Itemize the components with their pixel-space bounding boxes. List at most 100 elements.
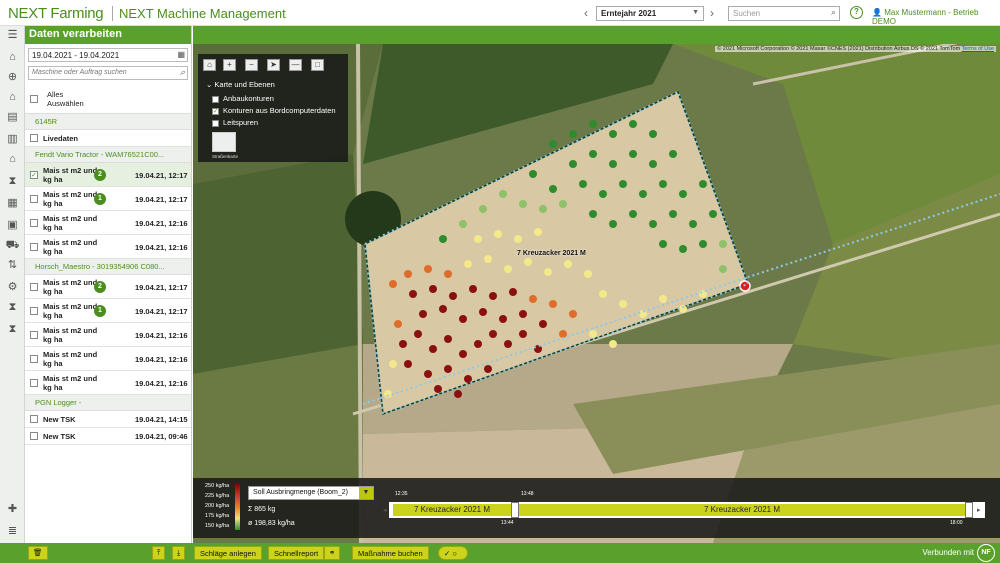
row-checkbox[interactable]: ✓ <box>30 171 38 179</box>
list-item[interactable]: Livedaten <box>25 130 191 147</box>
warehouse-icon[interactable]: ⌂ <box>5 152 20 167</box>
document-icon[interactable]: ▤ <box>5 110 20 125</box>
timeline-bar[interactable]: ◂ 7 Kreuzacker 2021 M 7 Kreuzacker 2021 … <box>383 502 985 518</box>
row-label: Mais st m2 und kg ha <box>43 278 98 296</box>
timeline-handle[interactable] <box>511 502 519 518</box>
layer-item[interactable]: Leitspuren <box>212 118 258 127</box>
quick-report-button[interactable]: Schnellreport <box>268 546 325 560</box>
transfer-icon[interactable]: ⇅ <box>5 258 20 273</box>
list-item[interactable]: Mais st m2 und kg ha 19.04.21, 12:16 <box>25 211 191 235</box>
settings-cog-icon[interactable]: ⚙ <box>5 280 20 295</box>
list-item[interactable]: Mais st m2 und kg ha 1 19.04.21, 12:17 <box>25 299 191 323</box>
add-icon[interactable]: ⊕ <box>5 70 20 85</box>
hourglass-icon[interactable]: ⧗ <box>5 322 20 337</box>
layer-checkbox[interactable] <box>212 95 219 103</box>
row-checkbox[interactable] <box>30 307 38 315</box>
row-date: 19.04.21, 12:16 <box>135 379 188 388</box>
download-icon[interactable]: ⤓ <box>172 546 186 560</box>
list-icon[interactable]: ≣ <box>5 524 20 539</box>
timeline-segment[interactable]: 7 Kreuzacker 2021 M <box>393 504 511 516</box>
zoom-out-icon[interactable]: − <box>245 59 258 71</box>
layer-checkbox[interactable] <box>212 119 219 127</box>
book-measure-button[interactable]: Maßnahme buchen <box>352 546 429 560</box>
upload-icon[interactable]: ⤒ <box>152 546 166 560</box>
list-item[interactable]: Mais st m2 und kg ha 19.04.21, 12:16 <box>25 347 191 371</box>
list-item[interactable]: Mais st m2 und kg ha 2 19.04.21, 12:17 <box>25 275 191 299</box>
row-checkbox[interactable] <box>30 219 38 227</box>
row-checkbox[interactable] <box>30 355 38 363</box>
row-checkbox[interactable] <box>30 331 38 339</box>
row-date: 19.04.21, 12:16 <box>135 219 188 228</box>
count-badge: 1 <box>94 305 106 317</box>
list-item[interactable]: ✓ Mais st m2 und kg ha 2 19.04.21, 12:17 <box>25 163 191 187</box>
user-name: Max Mustermann - Betrieb DEMO <box>872 8 979 26</box>
calendar-icon[interactable]: ▣ <box>5 218 20 233</box>
puzzle-icon[interactable]: ✚ <box>5 502 20 517</box>
help-icon[interactable]: ? <box>850 6 863 19</box>
toggle-switch[interactable]: ✓ ○ <box>438 546 468 560</box>
row-checkbox[interactable] <box>30 432 38 440</box>
timeline-left-arrow-icon[interactable]: ◂ <box>383 506 387 514</box>
chart-icon[interactable]: ▥ <box>5 132 20 147</box>
row-checkbox[interactable] <box>30 195 38 203</box>
layer-checkbox[interactable]: ✓ <box>212 107 219 115</box>
prev-year-icon[interactable]: ‹ <box>584 6 588 20</box>
list-item[interactable]: New TSK 19.04.21, 14:15 <box>25 411 191 428</box>
row-label: Mais st m2 und kg ha <box>43 166 98 184</box>
layer-item[interactable]: ✓ Konturen aus Bordcomputerdaten <box>212 106 336 115</box>
terms-link[interactable]: Terms of Use <box>962 46 994 52</box>
machine-search-input[interactable]: Maschine oder Auftrag suchen ⌕ <box>28 66 188 80</box>
timeline-handle[interactable] <box>965 502 973 518</box>
zoom-in-icon[interactable]: + <box>223 59 236 71</box>
delete-icon[interactable]: 🗑 <box>28 546 48 560</box>
row-checkbox[interactable] <box>30 243 38 251</box>
row-checkbox[interactable] <box>30 415 38 423</box>
store-icon[interactable]: ▦ <box>5 196 20 211</box>
hourglass-icon[interactable]: ⧗ <box>5 174 20 189</box>
layers-title-text: Karte und Ebenen <box>214 80 275 89</box>
measure-area-icon[interactable]: □ <box>311 59 324 71</box>
calendar-icon[interactable]: ▦ <box>177 50 185 59</box>
row-label: Mais st m2 und kg ha <box>43 190 98 208</box>
hourglass-icon[interactable]: ⧗ <box>5 300 20 315</box>
hamburger-menu-icon[interactable]: ☰ <box>5 28 20 43</box>
chevron-down-icon: ▼ <box>359 487 373 499</box>
select-all-row[interactable]: Alles Auswählen <box>25 84 191 114</box>
legend-label: 250 kg/ha <box>205 483 230 489</box>
user-menu[interactable]: 👤 Max Mustermann - Betrieb DEMO <box>872 8 1000 26</box>
measure-line-icon[interactable]: — <box>289 59 302 71</box>
map-view[interactable]: © 2021 Microsoft Corporation © 2021 Maxa… <box>193 44 1000 543</box>
timeline-right-arrow-icon[interactable]: ▸ <box>977 506 981 514</box>
next-year-icon[interactable]: › <box>710 6 714 20</box>
home-icon[interactable]: ⌂ <box>5 50 20 65</box>
brand-logo[interactable]: NEXT Farming <box>8 5 104 22</box>
layer-dropdown[interactable]: Soll Ausbringmenge (Boom_2) ▼ <box>248 486 374 500</box>
home-icon[interactable]: ⌂ <box>203 59 216 71</box>
basemap-thumbnail[interactable] <box>212 132 236 152</box>
app-title: NEXT Machine Management <box>112 6 286 21</box>
row-checkbox[interactable] <box>30 134 38 142</box>
task-list: Alles Auswählen 6145R Livedaten Fendt Va… <box>25 84 191 445</box>
list-item[interactable]: New TSK 19.04.21, 09:46 <box>25 428 191 445</box>
select-all-checkbox[interactable] <box>30 95 38 103</box>
create-fields-button[interactable]: Schläge anlegen <box>194 546 262 560</box>
layer-item[interactable]: Anbaukonturen <box>212 94 274 103</box>
search-icon: ⌕ <box>830 7 836 17</box>
list-item[interactable]: Mais st m2 und kg ha 19.04.21, 12:16 <box>25 371 191 395</box>
date-range-input[interactable]: 19.04.2021 - 19.04.2021 ▦ <box>28 48 188 62</box>
barn-icon[interactable]: ⌂ <box>5 90 20 105</box>
list-item[interactable]: Mais st m2 und kg ha 19.04.21, 12:16 <box>25 323 191 347</box>
row-checkbox[interactable] <box>30 283 38 291</box>
year-select[interactable]: Erntejahr 2021 ▼ <box>596 6 704 21</box>
row-label: New TSK <box>43 415 76 424</box>
layers-title[interactable]: ⌄ Karte und Ebenen <box>206 80 275 89</box>
list-item[interactable]: Mais st m2 und kg ha 19.04.21, 12:16 <box>25 235 191 259</box>
search-input[interactable]: Suchen ⌕ <box>728 6 840 21</box>
locate-icon[interactable]: ➤ <box>267 59 280 71</box>
timeline-segment[interactable]: 7 Kreuzacker 2021 M <box>519 504 965 516</box>
list-item[interactable]: Mais st m2 und kg ha 1 19.04.21, 12:17 <box>25 187 191 211</box>
tractor-icon[interactable]: ⛟ <box>5 238 20 253</box>
link-icon[interactable]: ⚭ <box>324 546 341 560</box>
row-checkbox[interactable] <box>30 379 38 387</box>
row-date: 19.04.21, 12:16 <box>135 355 188 364</box>
